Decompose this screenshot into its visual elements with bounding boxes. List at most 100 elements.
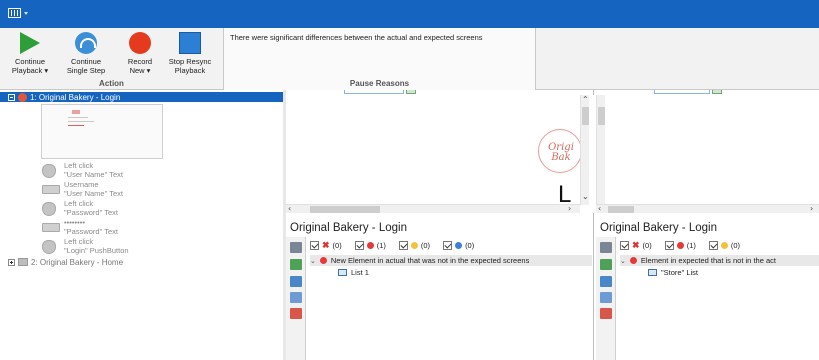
checkbox-icon[interactable] [354, 241, 364, 250]
ribbon: Continue Playback ▾ Continue Single Step… [0, 28, 819, 90]
screen-settings-icon[interactable] [600, 242, 612, 253]
erase-diff-icon[interactable] [290, 308, 302, 319]
continue-single-step-button[interactable]: Continue Single Step [58, 32, 114, 75]
stop-resync-label: Stop Resync Playback [168, 57, 212, 75]
chevron-down-icon[interactable]: ⌄ [310, 257, 316, 265]
checkbox-icon[interactable] [620, 241, 629, 250]
step-action: Left click [64, 161, 94, 170]
action-group-label: Action [99, 79, 124, 88]
continue-playback-button[interactable]: Continue Playback ▾ [2, 32, 58, 75]
checkbox-icon[interactable] [664, 241, 674, 250]
image-icon[interactable] [712, 90, 722, 94]
title-bar [0, 0, 819, 28]
zoom-box[interactable] [344, 90, 404, 94]
actual-side-toolbar [286, 237, 306, 360]
filter-new-elements[interactable]: (1) [664, 241, 696, 250]
filter-count: (0) [465, 241, 475, 250]
list-icon [648, 269, 657, 276]
record-new-button[interactable]: Record New ▾ [112, 32, 168, 75]
actual-screenshot-view[interactable]: Origi Bak L ⌃ ⌄ ‹ › [286, 95, 594, 213]
pause-reasons-group: There were significant differences betwe… [224, 28, 536, 90]
app-menu-button[interactable] [8, 8, 28, 18]
step-target: "Password" Text [64, 227, 118, 236]
zoom-box[interactable] [654, 90, 710, 94]
step-target: "User Name" Text [64, 170, 123, 179]
x-icon: ✖ [322, 240, 330, 250]
stop-resync-playback-button[interactable]: Stop Resync Playback [162, 32, 218, 75]
filter-errors[interactable]: ✖ (0) [310, 240, 342, 251]
tree-item-label: 1: Original Bakery - Login [30, 92, 121, 102]
checkbox-icon[interactable] [443, 241, 453, 250]
filter-count: (0) [332, 241, 342, 250]
vertical-scrollbar[interactable] [596, 95, 605, 205]
filter-warnings[interactable]: (0) [708, 241, 740, 250]
checkbox-icon[interactable] [708, 241, 718, 250]
single-step-icon [75, 32, 97, 54]
chevron-down-icon[interactable]: ⌄ [620, 257, 626, 265]
step-action: •••••••• [64, 218, 86, 227]
mouse-icon [42, 164, 56, 178]
vertical-scrollbar[interactable]: ⌃ ⌄ [580, 95, 589, 205]
diff-item-missing-element[interactable]: ⌄ Element in expected that is not in the… [620, 255, 819, 266]
tree-view-icon[interactable] [600, 276, 612, 287]
yellow-dot-icon [720, 242, 728, 249]
record-icon [129, 32, 151, 54]
scrollbar-thumb[interactable] [608, 206, 634, 213]
filter-warnings[interactable]: (0) [398, 241, 431, 250]
filter-info[interactable]: (0) [443, 241, 474, 250]
screen-settings-icon[interactable] [290, 242, 302, 253]
region-select-icon[interactable] [290, 292, 302, 303]
tree-item-original-bakery-home[interactable]: 2: Original Bakery - Home [8, 257, 123, 267]
horizontal-scrollbar[interactable]: ‹ › [596, 204, 819, 213]
step-target: "Password" Text [64, 208, 118, 217]
erase-diff-icon[interactable] [600, 308, 612, 319]
image-icon[interactable] [406, 90, 416, 94]
checkbox-icon[interactable] [398, 241, 408, 250]
image-view-icon[interactable] [600, 259, 612, 270]
diff-item-list[interactable]: List 1 [310, 267, 369, 278]
scrollbar-thumb[interactable] [598, 107, 605, 125]
scrollbar-thumb[interactable] [582, 107, 589, 125]
screen-thumbnail[interactable] [41, 104, 163, 159]
thumbnail-line [68, 125, 84, 126]
play-icon [20, 32, 40, 54]
diff-item-store-list[interactable]: "Store" List [620, 267, 698, 278]
actual-filter-bar: ✖ (0) (1) (0) (0) [310, 238, 482, 253]
checkbox-icon[interactable] [310, 241, 319, 250]
scroll-down-icon[interactable]: ⌄ [582, 193, 589, 201]
collapse-icon[interactable] [8, 93, 15, 101]
scroll-right-icon[interactable]: › [568, 205, 571, 213]
keyboard-icon [42, 223, 60, 232]
diff-item-new-element[interactable]: ⌄ New Element in actual that was not in … [310, 255, 592, 266]
tomato-icon [18, 92, 27, 102]
filter-new-elements[interactable]: (1) [354, 241, 386, 250]
diff-element-name: List 1 [351, 268, 369, 277]
scroll-right-icon[interactable]: › [810, 205, 813, 213]
red-dot-icon [676, 242, 684, 249]
scrollbar-thumb[interactable] [310, 206, 380, 213]
image-view-icon[interactable] [290, 259, 302, 270]
expected-screenshot-view[interactable]: ‹ › [596, 95, 819, 213]
filter-count: (0) [642, 241, 652, 250]
app-menu-icon [8, 8, 21, 18]
filter-count: (1) [376, 241, 386, 250]
stop-resync-icon [179, 32, 201, 54]
actual-pane-title: Original Bakery - Login [290, 222, 407, 234]
horizontal-scrollbar[interactable]: ‹ › [286, 204, 580, 213]
red-dot-icon [319, 257, 327, 264]
tree-view-icon[interactable] [290, 276, 302, 287]
scroll-up-icon[interactable]: ⌃ [582, 96, 589, 104]
bakery-logo-text: Origi Bak [548, 142, 574, 163]
filter-count: (0) [420, 241, 431, 250]
step-action: Left click [64, 237, 94, 246]
diff-description: New Element in actual that was not in th… [330, 256, 530, 265]
region-select-icon[interactable] [600, 292, 612, 303]
tree-item-original-bakery-login[interactable]: 1: Original Bakery - Login [0, 92, 283, 102]
tree-step-left-click-login[interactable]: Left click "Login" PushButton [42, 237, 222, 259]
step-action: Username [64, 180, 99, 189]
expand-icon[interactable] [8, 258, 15, 266]
scroll-left-icon[interactable]: ‹ [288, 205, 291, 213]
filter-errors[interactable]: ✖ (0) [620, 240, 652, 251]
scroll-left-icon[interactable]: ‹ [598, 205, 601, 213]
diff-element-name: "Store" List [661, 268, 699, 277]
